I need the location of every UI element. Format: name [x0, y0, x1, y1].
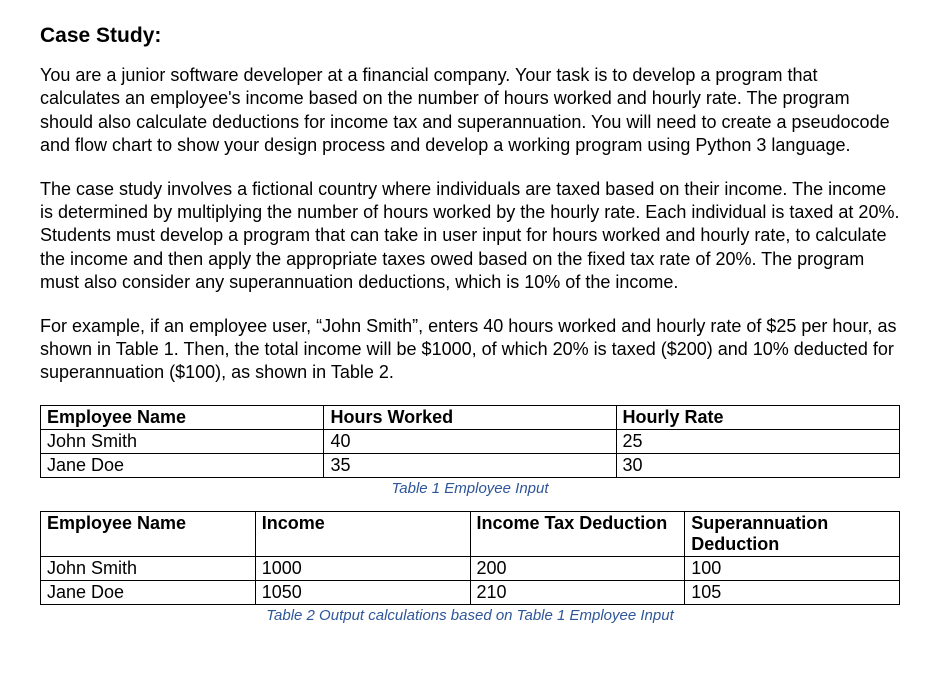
table-header-row: Employee Name Income Income Tax Deductio…: [41, 511, 900, 556]
table-row: Jane Doe 1050 210 105: [41, 580, 900, 604]
paragraph-3: For example, if an employee user, “John …: [40, 315, 900, 385]
table-row: John Smith 40 25: [41, 429, 900, 453]
cell-name: John Smith: [41, 556, 256, 580]
paragraph-2: The case study involves a fictional coun…: [40, 178, 900, 295]
col-super-deduction: Superannuation Deduction: [685, 511, 900, 556]
cell-income: 1000: [255, 556, 470, 580]
document-page: Case Study: You are a junior software de…: [0, 0, 940, 680]
col-hours-worked: Hours Worked: [324, 405, 616, 429]
table-row: John Smith 1000 200 100: [41, 556, 900, 580]
cell-hours: 40: [324, 429, 616, 453]
cell-rate: 30: [616, 453, 899, 477]
col-hourly-rate: Hourly Rate: [616, 405, 899, 429]
col-tax-deduction: Income Tax Deduction: [470, 511, 685, 556]
col-employee-name: Employee Name: [41, 511, 256, 556]
cell-name: Jane Doe: [41, 453, 324, 477]
table-employee-input: Employee Name Hours Worked Hourly Rate J…: [40, 405, 900, 478]
paragraph-1: You are a junior software developer at a…: [40, 64, 900, 158]
page-title: Case Study:: [40, 24, 900, 48]
col-employee-name: Employee Name: [41, 405, 324, 429]
cell-super: 100: [685, 556, 900, 580]
table-output-calculations: Employee Name Income Income Tax Deductio…: [40, 511, 900, 605]
cell-tax: 200: [470, 556, 685, 580]
cell-name: Jane Doe: [41, 580, 256, 604]
cell-rate: 25: [616, 429, 899, 453]
col-income: Income: [255, 511, 470, 556]
table-row: Jane Doe 35 30: [41, 453, 900, 477]
cell-name: John Smith: [41, 429, 324, 453]
cell-tax: 210: [470, 580, 685, 604]
cell-hours: 35: [324, 453, 616, 477]
table-1-caption: Table 1 Employee Input: [40, 480, 900, 497]
table-2-caption: Table 2 Output calculations based on Tab…: [40, 607, 900, 624]
cell-super: 105: [685, 580, 900, 604]
table-header-row: Employee Name Hours Worked Hourly Rate: [41, 405, 900, 429]
cell-income: 1050: [255, 580, 470, 604]
